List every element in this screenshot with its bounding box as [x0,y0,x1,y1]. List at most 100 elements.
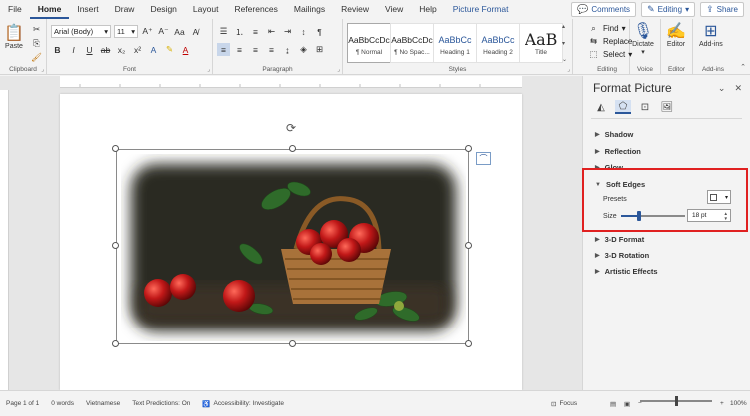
font-size-dropdown[interactable]: 11 ▾ [114,25,138,38]
find-button[interactable]: ⌕ Find ▾ [587,22,625,35]
justify-icon[interactable]: ≡ [265,43,278,56]
layout-options-icon[interactable]: ⌒ [476,152,491,165]
decrease-indent-icon[interactable]: ⇤ [265,25,278,38]
grow-font-icon[interactable]: A⁺ [141,25,154,38]
chevron-down-icon[interactable]: ⌄ [718,83,726,94]
collapse-ribbon-icon[interactable]: ⌃ [740,63,746,71]
selected-picture[interactable] [116,149,469,344]
tab-view[interactable]: View [377,0,411,19]
style-item[interactable]: AaBbCcDc ¶ Normal [347,23,391,63]
section-artistic-effects[interactable]: ▶ Artistic Effects [595,267,658,276]
tab-file[interactable]: File [0,0,30,19]
comments-button[interactable]: 💬 Comments [571,2,637,17]
tab-help[interactable]: Help [411,0,444,19]
tab-references[interactable]: References [226,0,285,19]
vertical-ruler[interactable] [0,90,9,390]
format-painter-icon[interactable]: 🖌 [30,51,43,64]
replace-button[interactable]: ⇆ Replace [587,35,632,48]
editing-mode-button[interactable]: ✎ Editing ▾ [641,2,696,17]
picture-icon[interactable]: 🖼 [659,100,675,114]
tab-design[interactable]: Design [142,0,184,19]
resize-handle-se[interactable] [465,340,472,347]
tab-layout[interactable]: Layout [185,0,227,19]
align-center-icon[interactable]: ≡ [233,43,246,56]
resize-handle-ne[interactable] [465,145,472,152]
paragraph-launcher-icon[interactable]: ⌟ [337,66,340,73]
style-item[interactable]: AaBbCcDc ¶ No Spac... [390,23,434,63]
section-3d-rotation[interactable]: ▶ 3-D Rotation [595,251,649,260]
cut-icon[interactable]: ✂ [30,23,43,36]
dictate-button[interactable]: 🎙 Dictate ▾ [632,21,654,56]
page-count[interactable]: Page 1 of 1 [6,400,39,407]
addins-button[interactable]: ⊞ Add-ins [699,21,723,48]
align-right-icon[interactable]: ≡ [249,43,262,56]
change-case-icon[interactable]: Aa [173,25,186,38]
share-button[interactable]: ⇪ Share [700,2,744,17]
tab-home[interactable]: Home [29,0,70,19]
font-color-icon[interactable]: A [179,43,192,56]
document-page[interactable]: ⟳ ⌒ [60,94,522,390]
focus-button[interactable]: ⊡ Focus [551,400,577,408]
clipboard-launcher-icon[interactable]: ⌟ [41,66,44,73]
italic-icon[interactable]: I [67,43,80,56]
strikethrough-icon[interactable]: ab [99,43,112,56]
styles-launcher-icon[interactable]: ⌟ [567,66,570,73]
style-item[interactable]: AaBbCc Heading 1 [433,23,477,63]
shrink-font-icon[interactable]: A⁻ [157,25,170,38]
section-3d-format[interactable]: ▶ 3-D Format [595,235,644,244]
borders-icon[interactable]: ⊞ [313,43,326,56]
accessibility-status[interactable]: ♿ Accessibility: Investigate [202,400,284,408]
chevron-down-icon[interactable]: ▾ [562,40,571,47]
copy-icon[interactable]: ⎘ [30,37,43,50]
word-count[interactable]: 0 words [51,400,74,407]
resize-handle-n[interactable] [289,145,296,152]
font-family-dropdown[interactable]: Arial (Body) ▾ [51,25,111,38]
sort-icon[interactable]: ↕ [297,25,310,38]
style-item[interactable]: AaB Title [519,23,563,63]
multilevel-list-icon[interactable]: ≡ [249,25,262,38]
align-left-icon[interactable]: ≡ [217,43,230,56]
bullets-icon[interactable]: ☰ [217,25,230,38]
highlight-icon[interactable]: ✎ [163,43,176,56]
numbering-icon[interactable]: ⒈ [233,25,246,38]
resize-handle-w[interactable] [112,242,119,249]
tab-picture-format[interactable]: Picture Format [445,0,517,19]
subscript-icon[interactable]: x₂ [115,43,128,56]
print-layout-icon[interactable]: ▤ [610,400,616,408]
text-effects-icon[interactable]: A [147,43,160,56]
chevron-up-icon[interactable]: ▴ [562,23,571,30]
tab-insert[interactable]: Insert [69,0,106,19]
resize-handle-sw[interactable] [112,340,119,347]
tab-review[interactable]: Review [333,0,377,19]
horizontal-ruler[interactable] [60,76,522,88]
layout-properties-icon[interactable]: ⊡ [637,100,653,114]
web-layout-icon[interactable]: ▣ [624,400,630,408]
section-shadow[interactable]: ▶ Shadow [595,130,633,139]
resize-handle-s[interactable] [289,340,296,347]
clear-formatting-icon[interactable]: A̸ [189,25,202,38]
line-spacing-icon[interactable]: ↨ [281,43,294,56]
underline-icon[interactable]: U [83,43,96,56]
close-icon[interactable]: ✕ [734,83,742,94]
zoom-in-icon[interactable]: + [720,400,724,407]
paste-button[interactable]: 📋 Paste [3,23,25,50]
select-button[interactable]: ⬚ Select ▾ [587,48,632,61]
font-launcher-icon[interactable]: ⌟ [207,66,210,73]
fill-line-icon[interactable]: ◭ [593,100,609,114]
section-reflection[interactable]: ▶ Reflection [595,147,641,156]
language-indicator[interactable]: Vietnamese [86,400,120,407]
editor-button[interactable]: ✍ Editor [665,21,687,48]
resize-handle-nw[interactable] [112,145,119,152]
tab-draw[interactable]: Draw [107,0,143,19]
shading-icon[interactable]: ◈ [297,43,310,56]
rotate-handle-icon[interactable]: ⟳ [286,121,296,135]
style-item[interactable]: AaBbCc Heading 2 [476,23,520,63]
styles-scroll[interactable]: ▴ ▾ ⌄ [562,23,571,63]
zoom-slider-thumb[interactable] [675,396,678,406]
pilcrow-icon[interactable]: ¶ [313,25,326,38]
text-predictions-status[interactable]: Text Predictions: On [132,400,190,407]
increase-indent-icon[interactable]: ⇥ [281,25,294,38]
zoom-level[interactable]: 100% [730,400,747,407]
effects-icon[interactable]: ⬠ [615,100,631,114]
more-icon[interactable]: ⌄ [562,56,571,63]
